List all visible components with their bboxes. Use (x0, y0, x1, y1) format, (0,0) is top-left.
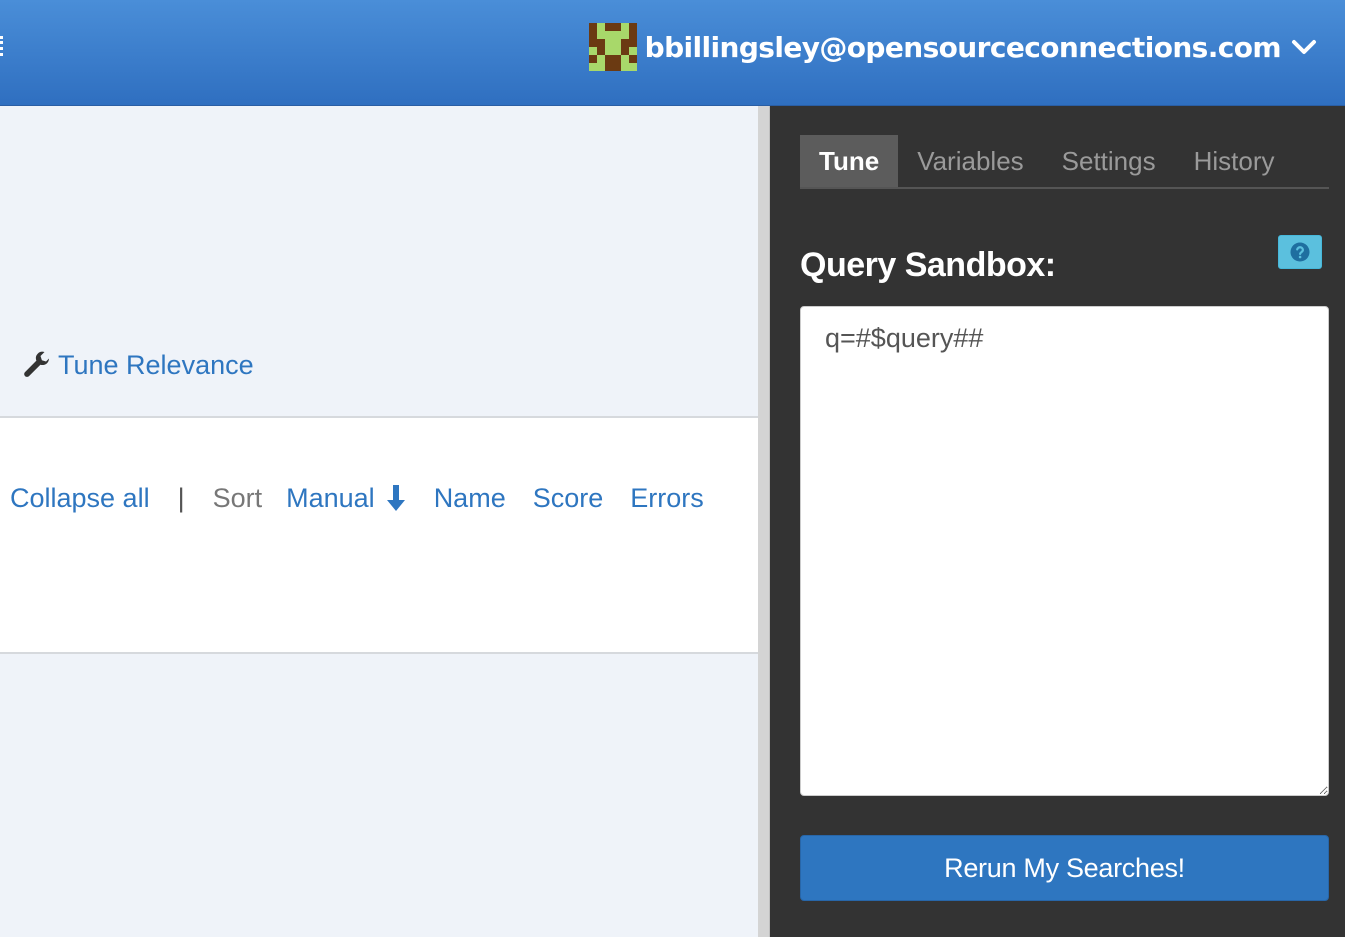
avatar-pixel (620, 63, 629, 71)
arrow-down-icon (386, 485, 405, 511)
avatar-pixel (612, 23, 621, 31)
avatar-pixel (604, 63, 613, 71)
tab-history[interactable]: History (1175, 135, 1294, 187)
avatar-pixel (604, 39, 613, 47)
sort-score-link[interactable]: Score (533, 483, 604, 514)
avatar (588, 23, 637, 71)
main-content: Tune Relevance Collapse all | Sort Manua… (0, 106, 758, 937)
avatar-pixel (612, 47, 621, 55)
avatar-pixel (596, 47, 605, 55)
avatar-pixel (628, 55, 637, 63)
sort-panel: Collapse all | Sort Manual Name Score Er… (0, 416, 758, 654)
avatar-pixel (596, 39, 605, 47)
chevron-down-icon (1292, 40, 1316, 54)
avatar-pixel (588, 31, 597, 39)
avatar-pixel (604, 31, 613, 39)
avatar-pixel (612, 39, 621, 47)
wrench-icon (24, 351, 50, 377)
avatar-pixel (588, 39, 597, 47)
avatar-pixel (612, 31, 621, 39)
tab-variables[interactable]: Variables (898, 135, 1042, 187)
top-navbar: bbillingsley@opensourceconnections.com (0, 0, 1345, 106)
avatar-pixel (596, 23, 605, 31)
sort-name-link[interactable]: Name (434, 483, 506, 514)
avatar-pixel (596, 31, 605, 39)
tune-relevance-link[interactable]: Tune Relevance (22, 350, 254, 381)
navbar-edge-mark (0, 36, 3, 56)
tab-tune[interactable]: Tune (800, 135, 899, 187)
sort-manual-link[interactable]: Manual (286, 483, 407, 514)
avatar-pixel (628, 63, 637, 71)
tab-settings[interactable]: Settings (1043, 135, 1175, 187)
rerun-searches-button[interactable]: Rerun My Searches! (800, 835, 1329, 901)
query-sidebar: Tune Variables Settings History Query Sa… (770, 106, 1345, 937)
avatar-pixel (588, 55, 597, 63)
avatar-pixel (604, 23, 613, 31)
avatar-pixel (604, 47, 613, 55)
avatar-pixel (628, 23, 637, 31)
avatar-pixel (620, 47, 629, 55)
sort-toolbar: Collapse all | Sort Manual Name Score Er… (10, 478, 731, 518)
user-email: bbillingsley@opensourceconnections.com (644, 30, 1282, 64)
help-button[interactable] (1278, 235, 1322, 269)
sort-manual-label: Manual (286, 482, 375, 513)
avatar-pixel (612, 63, 621, 71)
avatar-pixel (628, 39, 637, 47)
avatar-pixel (588, 47, 597, 55)
avatar-pixel (628, 31, 637, 39)
avatar-pixel (620, 23, 629, 31)
question-circle-icon (1290, 242, 1310, 262)
user-menu-dropdown[interactable]: bbillingsley@opensourceconnections.com (588, 22, 1317, 72)
pane-resize-handle[interactable] (758, 106, 770, 937)
avatar-pixel (620, 31, 629, 39)
query-sandbox-textarea[interactable]: q=#$query## (800, 306, 1329, 796)
toolbar-separator: | (177, 482, 185, 513)
avatar-pixel (604, 55, 613, 63)
avatar-pixel (596, 63, 605, 71)
collapse-all-link[interactable]: Collapse all (10, 483, 150, 514)
avatar-pixel (596, 55, 605, 63)
avatar-pixel (612, 55, 621, 63)
avatar-pixel (620, 39, 629, 47)
query-sandbox-title: Query Sandbox: (800, 246, 1056, 284)
sort-errors-link[interactable]: Errors (630, 483, 704, 514)
sort-label: Sort (212, 482, 263, 513)
avatar-pixel (588, 63, 597, 71)
avatar-pixel (620, 55, 629, 63)
avatar-pixel (628, 47, 637, 55)
tune-relevance-label: Tune Relevance (58, 350, 254, 380)
sidebar-tabs: Tune Variables Settings History (800, 135, 1329, 189)
avatar-pixel (588, 23, 597, 31)
